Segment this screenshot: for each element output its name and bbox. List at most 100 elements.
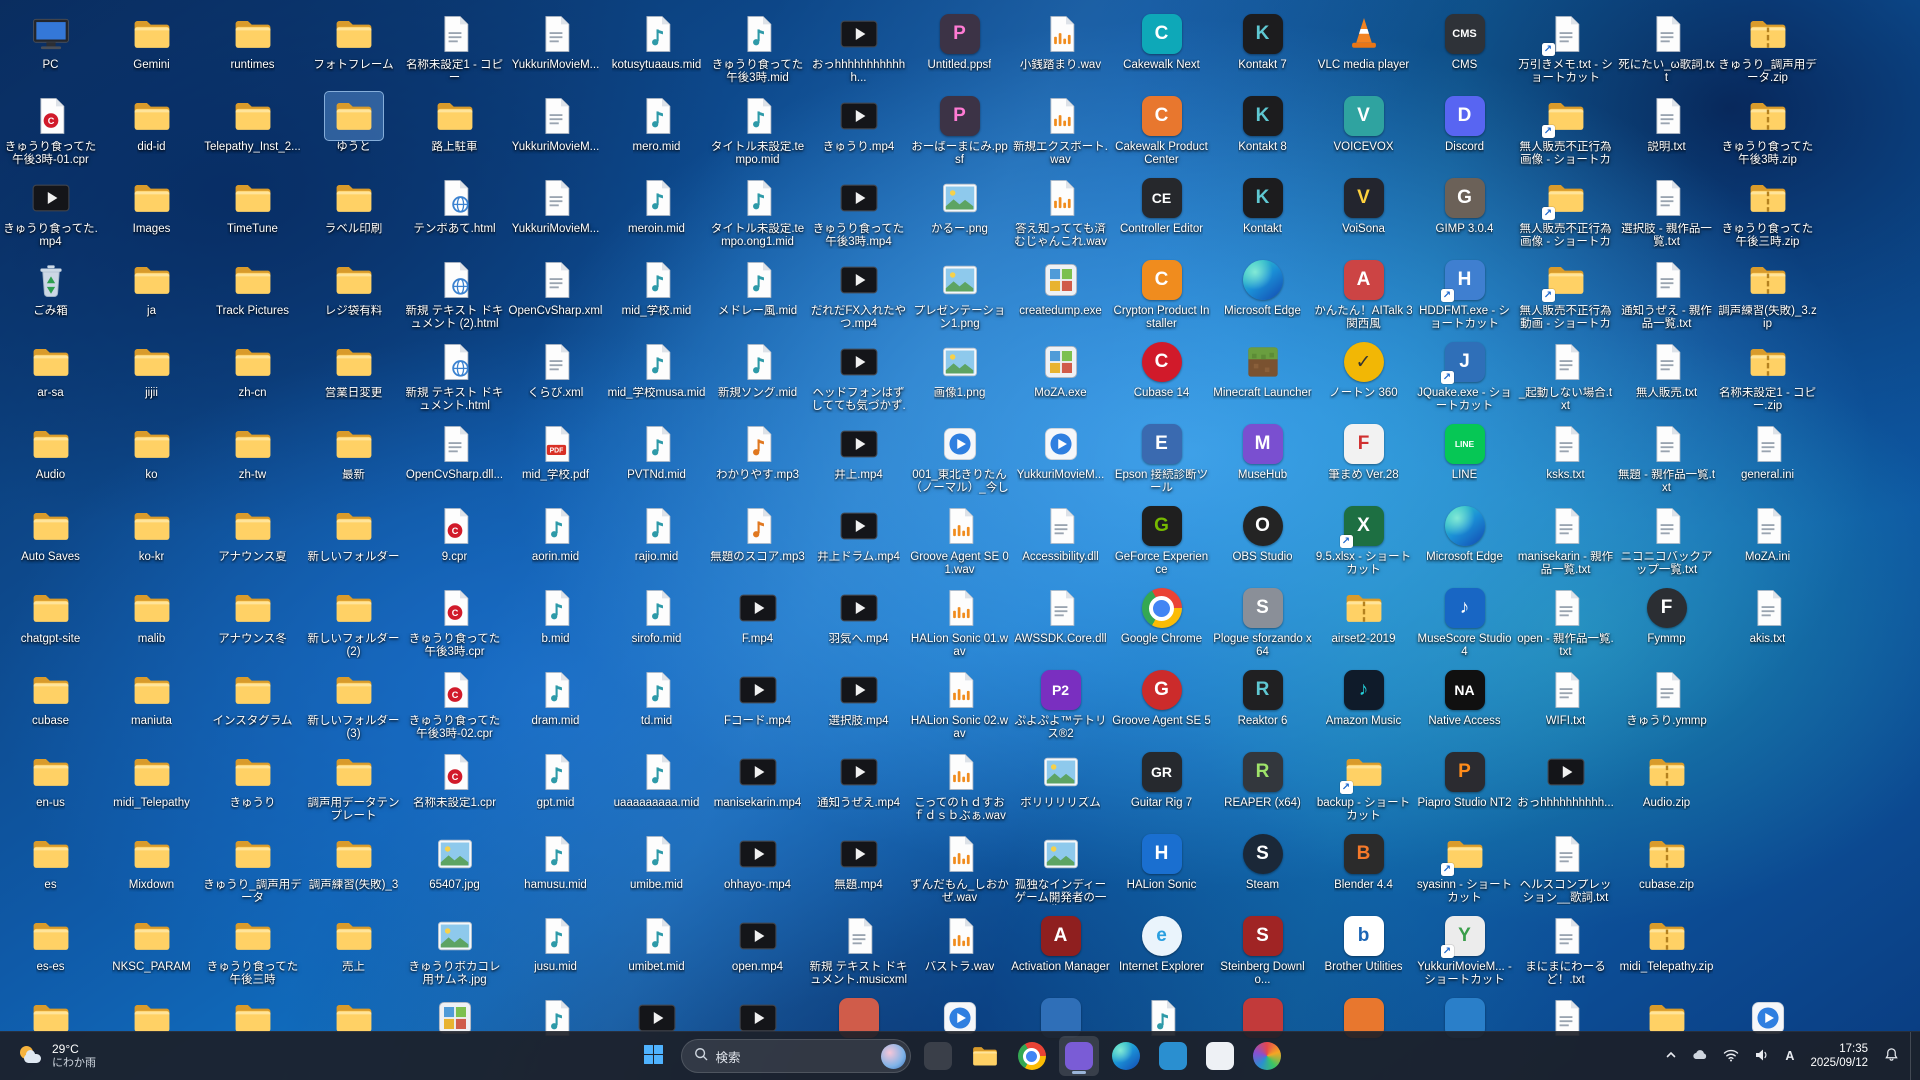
desktop-icon-r9c15[interactable]: NA Native Access — [1414, 666, 1515, 748]
pinned-microsoft-edge[interactable] — [1106, 1036, 1146, 1076]
desktop-icon-r5c12[interactable]: C Cubase 14 — [1111, 338, 1212, 420]
desktop-icon-r3c11[interactable]: 答え知ってても済むじゃんこれ.wav — [1010, 174, 1111, 256]
desktop-icon-r7c18[interactable]: MoZA.ini — [1717, 502, 1818, 584]
desktop-icon-r2c1[interactable]: C きゅうり食ってた午後3時-01.cpr — [0, 92, 101, 174]
desktop-icon-r5c1[interactable]: ar-sa — [0, 338, 101, 420]
desktop-icon-r4c8[interactable]: メドレー風.mid — [707, 256, 808, 338]
desktop-icon-r5c13[interactable]: Minecraft Launcher — [1212, 338, 1313, 420]
desktop-icon-r6c7[interactable]: PVTNd.mid — [606, 420, 707, 502]
desktop-icon-r9c4[interactable]: 新しいフォルダー (3) — [303, 666, 404, 748]
desktop-icon-r7c15[interactable]: Microsoft Edge — [1414, 502, 1515, 584]
desktop-icon-r11c14[interactable]: B Blender 4.4 — [1313, 830, 1414, 912]
desktop-icon-r5c15[interactable]: JJQuake.exe - ショートカット — [1414, 338, 1515, 420]
desktop-icon-r11c16[interactable]: ヘルスコンプレッション__歌詞.txt — [1515, 830, 1616, 912]
desktop-icon-r5c11[interactable]: MoZA.exe — [1010, 338, 1111, 420]
desktop-icon-r6c11[interactable]: YukkuriMovieM... — [1010, 420, 1111, 502]
desktop-icon-r1c6[interactable]: YukkuriMovieM... — [505, 10, 606, 92]
desktop-icon-r12c8[interactable]: open.mp4 — [707, 912, 808, 994]
pinned-app-light[interactable] — [1200, 1036, 1240, 1076]
desktop-icon-r8c15[interactable]: ♪ MuseScore Studio 4 — [1414, 584, 1515, 666]
desktop-icon-r10c15[interactable]: P Piapro Studio NT2 — [1414, 748, 1515, 830]
desktop-icon-r3c2[interactable]: Images — [101, 174, 202, 256]
desktop-icon-r8c16[interactable]: open - 親作品一覧.txt — [1515, 584, 1616, 666]
desktop-icon-r1c12[interactable]: C Cakewalk Next — [1111, 10, 1212, 92]
desktop-icon-r12c3[interactable]: きゅうり食ってた午後三時 — [202, 912, 303, 994]
desktop-icon-r1c1[interactable]: PC — [0, 10, 101, 92]
desktop-icon-r10c13[interactable]: R REAPER (x64) — [1212, 748, 1313, 830]
desktop-icon-r3c10[interactable]: かるー.png — [909, 174, 1010, 256]
desktop-icon-r3c17[interactable]: 選択肢 - 親作品一覧.txt — [1616, 174, 1717, 256]
desktop-icon-r1c7[interactable]: kotusytuaaus.mid — [606, 10, 707, 92]
desktop-icon-r7c11[interactable]: Accessibility.dll — [1010, 502, 1111, 584]
desktop-icon-r9c3[interactable]: インスタグラム — [202, 666, 303, 748]
desktop-icon-r10c3[interactable]: きゅうり — [202, 748, 303, 830]
desktop-icon-r11c1[interactable]: es — [0, 830, 101, 912]
desktop-icon-r12c4[interactable]: 売上 — [303, 912, 404, 994]
desktop-icon-r4c2[interactable]: ja — [101, 256, 202, 338]
desktop-icon-r7c3[interactable]: アナウンス夏 — [202, 502, 303, 584]
desktop-icon-r11c7[interactable]: umibe.mid — [606, 830, 707, 912]
desktop-icon-r3c6[interactable]: YukkuriMovieM... — [505, 174, 606, 256]
desktop-icon-r2c15[interactable]: D Discord — [1414, 92, 1515, 174]
desktop-icon-r12c11[interactable]: A Activation Manager — [1010, 912, 1111, 994]
desktop-icon-r4c14[interactable]: A かんたん！AITalk 3 関西風 — [1313, 256, 1414, 338]
pinned-file-explorer[interactable] — [965, 1036, 1005, 1076]
desktop-icon-r9c14[interactable]: ♪ Amazon Music — [1313, 666, 1414, 748]
desktop-icon-r2c12[interactable]: C Cakewalk Product Center — [1111, 92, 1212, 174]
desktop-icon-r11c9[interactable]: 無題.mp4 — [808, 830, 909, 912]
search-box[interactable]: 検索 — [680, 1039, 911, 1073]
desktop-icon-r9c9[interactable]: 選択肢.mp4 — [808, 666, 909, 748]
desktop-icon-r8c17[interactable]: F Fymmp — [1616, 584, 1717, 666]
desktop-icon-r2c11[interactable]: 新規エクスポート.wav — [1010, 92, 1111, 174]
desktop-icon-r3c14[interactable]: V VoiSona — [1313, 174, 1414, 256]
desktop-icon-r7c1[interactable]: Auto Saves — [0, 502, 101, 584]
desktop-icon-r6c2[interactable]: ko — [101, 420, 202, 502]
desktop-icon-r11c4[interactable]: 調声練習(失敗)_3 — [303, 830, 404, 912]
desktop-icon-r7c16[interactable]: manisekarin - 親作品一覧.txt — [1515, 502, 1616, 584]
desktop-icon-r2c18[interactable]: きゅうり食ってた午後3時.zip — [1717, 92, 1818, 174]
tray-chevron-button[interactable] — [1658, 1037, 1684, 1075]
desktop-icon-r9c16[interactable]: WIFI.txt — [1515, 666, 1616, 748]
desktop-icon-r3c18[interactable]: きゅうり食ってた午後三時.zip — [1717, 174, 1818, 256]
pinned-app-blue[interactable] — [1153, 1036, 1193, 1076]
desktop-icon-r7c4[interactable]: 新しいフォルダー — [303, 502, 404, 584]
desktop-icon-r8c12[interactable]: Google Chrome — [1111, 584, 1212, 666]
desktop-icon-r2c9[interactable]: きゅうり.mp4 — [808, 92, 909, 174]
tray-cloud-button[interactable] — [1685, 1037, 1715, 1075]
desktop-icon-r1c13[interactable]: K Kontakt 7 — [1212, 10, 1313, 92]
desktop-icon-r3c8[interactable]: タイトル未設定.tempo.ong1.mid — [707, 174, 808, 256]
desktop-icon-r9c8[interactable]: Fコード.mp4 — [707, 666, 808, 748]
desktop-icon-r9c6[interactable]: dram.mid — [505, 666, 606, 748]
desktop-icon-r1c4[interactable]: フォトフレーム — [303, 10, 404, 92]
desktop-icon-r1c14[interactable]: VLC media player — [1313, 10, 1414, 92]
desktop-icon-r1c18[interactable]: きゅうり_調声用データ.zip — [1717, 10, 1818, 92]
desktop-icon-r6c10[interactable]: 001_東北きりたん（ノーマル）_今しゃ... — [909, 420, 1010, 502]
desktop-icon-r4c18[interactable]: 調声練習(失敗)_3.zip — [1717, 256, 1818, 338]
desktop-icon-r5c16[interactable]: _起動しない場合.txt — [1515, 338, 1616, 420]
desktop-icon-r3c7[interactable]: meroin.mid — [606, 174, 707, 256]
desktop-icon-r4c4[interactable]: レジ袋有料 — [303, 256, 404, 338]
volume-button[interactable] — [1747, 1037, 1777, 1075]
desktop-icon-r10c16[interactable]: おっhhhhhhhhhh... — [1515, 748, 1616, 830]
pinned-app-purple[interactable] — [1058, 1036, 1099, 1076]
desktop-icon-r9c11[interactable]: P2 ぷよぷよ™テトリス®2 — [1010, 666, 1111, 748]
desktop-icon-r1c17[interactable]: 死にたい_ω歌詞.txt — [1616, 10, 1717, 92]
desktop-icon-r2c10[interactable]: P おーばーまにみ.ppsf — [909, 92, 1010, 174]
search-daily-image[interactable] — [880, 1043, 906, 1069]
desktop-icon-r4c13[interactable]: Microsoft Edge — [1212, 256, 1313, 338]
desktop-icon-r11c15[interactable]: syasinn - ショートカット — [1414, 830, 1515, 912]
desktop-icon-r3c12[interactable]: CE Controller Editor — [1111, 174, 1212, 256]
desktop-icon-r12c14[interactable]: b Brother Utilities — [1313, 912, 1414, 994]
desktop-icon-r12c5[interactable]: きゅうりボカコレ用サムネ.jpg — [404, 912, 505, 994]
notifications-button[interactable] — [1877, 1037, 1906, 1075]
desktop-icon-r10c11[interactable]: ポリリリリズム — [1010, 748, 1111, 830]
desktop-icon-r6c17[interactable]: 無題 - 親作品一覧.txt — [1616, 420, 1717, 502]
desktop-icon-r7c5[interactable]: C 9.cpr — [404, 502, 505, 584]
desktop-icon-r7c9[interactable]: 井上ドラム.mp4 — [808, 502, 909, 584]
desktop-icon-r6c4[interactable]: 最新 — [303, 420, 404, 502]
desktop-icon-r4c16[interactable]: 無人販売不正行為動画 - ショートカット — [1515, 256, 1616, 338]
desktop-icon-r9c17[interactable]: きゅうり.ymmp — [1616, 666, 1717, 748]
desktop-icon-r10c2[interactable]: midi_Telepathy — [101, 748, 202, 830]
desktop-icon-r8c8[interactable]: F.mp4 — [707, 584, 808, 666]
desktop-icon-r1c11[interactable]: 小銭踏まり.wav — [1010, 10, 1111, 92]
